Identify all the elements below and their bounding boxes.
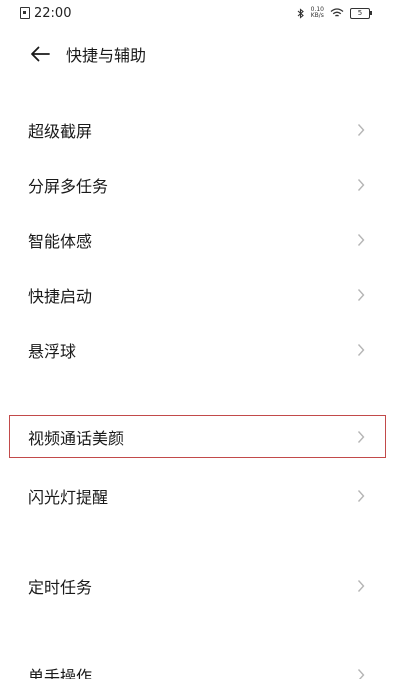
settings-row-video-call-beauty[interactable]: 视频通话美颜 — [0, 415, 400, 459]
settings-row-flash-notification[interactable]: 闪光灯提醒 — [0, 471, 400, 521]
chevron-right-icon — [356, 489, 366, 503]
settings-row-quick-launch[interactable]: 快捷启动 — [0, 270, 400, 320]
status-time: 22:00 — [34, 5, 72, 21]
chevron-right-icon — [356, 178, 366, 192]
back-button[interactable] — [18, 36, 62, 72]
row-label: 快捷启动 — [28, 287, 93, 306]
header-bar: 快捷与辅助 — [0, 36, 400, 72]
settings-row-floating-ball[interactable]: 悬浮球 — [0, 325, 400, 375]
status-right: 0.10 KB/s 5 — [297, 7, 372, 19]
settings-row-scheduled-tasks[interactable]: 定时任务 — [0, 561, 400, 611]
network-speed-unit: KB/s — [310, 12, 324, 19]
arrow-left-icon — [31, 46, 50, 62]
settings-row-split-screen[interactable]: 分屏多任务 — [0, 160, 400, 210]
row-label: 悬浮球 — [28, 342, 77, 361]
chevron-right-icon — [356, 668, 366, 679]
row-label: 闪光灯提醒 — [28, 488, 109, 507]
row-label: 智能体感 — [28, 232, 93, 251]
row-label: 单手操作 — [28, 667, 93, 679]
chevron-right-icon — [356, 430, 366, 444]
chevron-right-icon — [356, 233, 366, 247]
chevron-right-icon — [356, 288, 366, 302]
page-title: 快捷与辅助 — [66, 46, 147, 65]
settings-screen: 22:00 0.10 KB/s 5 快捷与辅助 超级截屏 分屏多任务 智能体感 … — [0, 0, 400, 679]
sim-card-icon — [20, 7, 30, 19]
network-speed: 0.10 KB/s — [311, 7, 324, 19]
row-label: 定时任务 — [28, 578, 93, 597]
battery-icon: 5 — [350, 7, 372, 19]
status-left: 22:00 — [20, 6, 71, 21]
wifi-icon — [330, 8, 344, 17]
row-label: 视频通话美颜 — [28, 429, 125, 448]
settings-row-one-handed-mode[interactable]: 单手操作 — [0, 650, 400, 679]
bluetooth-icon — [297, 7, 304, 19]
chevron-right-icon — [356, 579, 366, 593]
chevron-right-icon — [356, 123, 366, 137]
row-label: 分屏多任务 — [28, 177, 109, 196]
status-bar: 22:00 0.10 KB/s 5 — [0, 0, 400, 26]
chevron-right-icon — [356, 343, 366, 357]
settings-row-super-screenshot[interactable]: 超级截屏 — [0, 105, 400, 155]
settings-row-smart-motion[interactable]: 智能体感 — [0, 215, 400, 265]
row-label: 超级截屏 — [28, 122, 93, 141]
